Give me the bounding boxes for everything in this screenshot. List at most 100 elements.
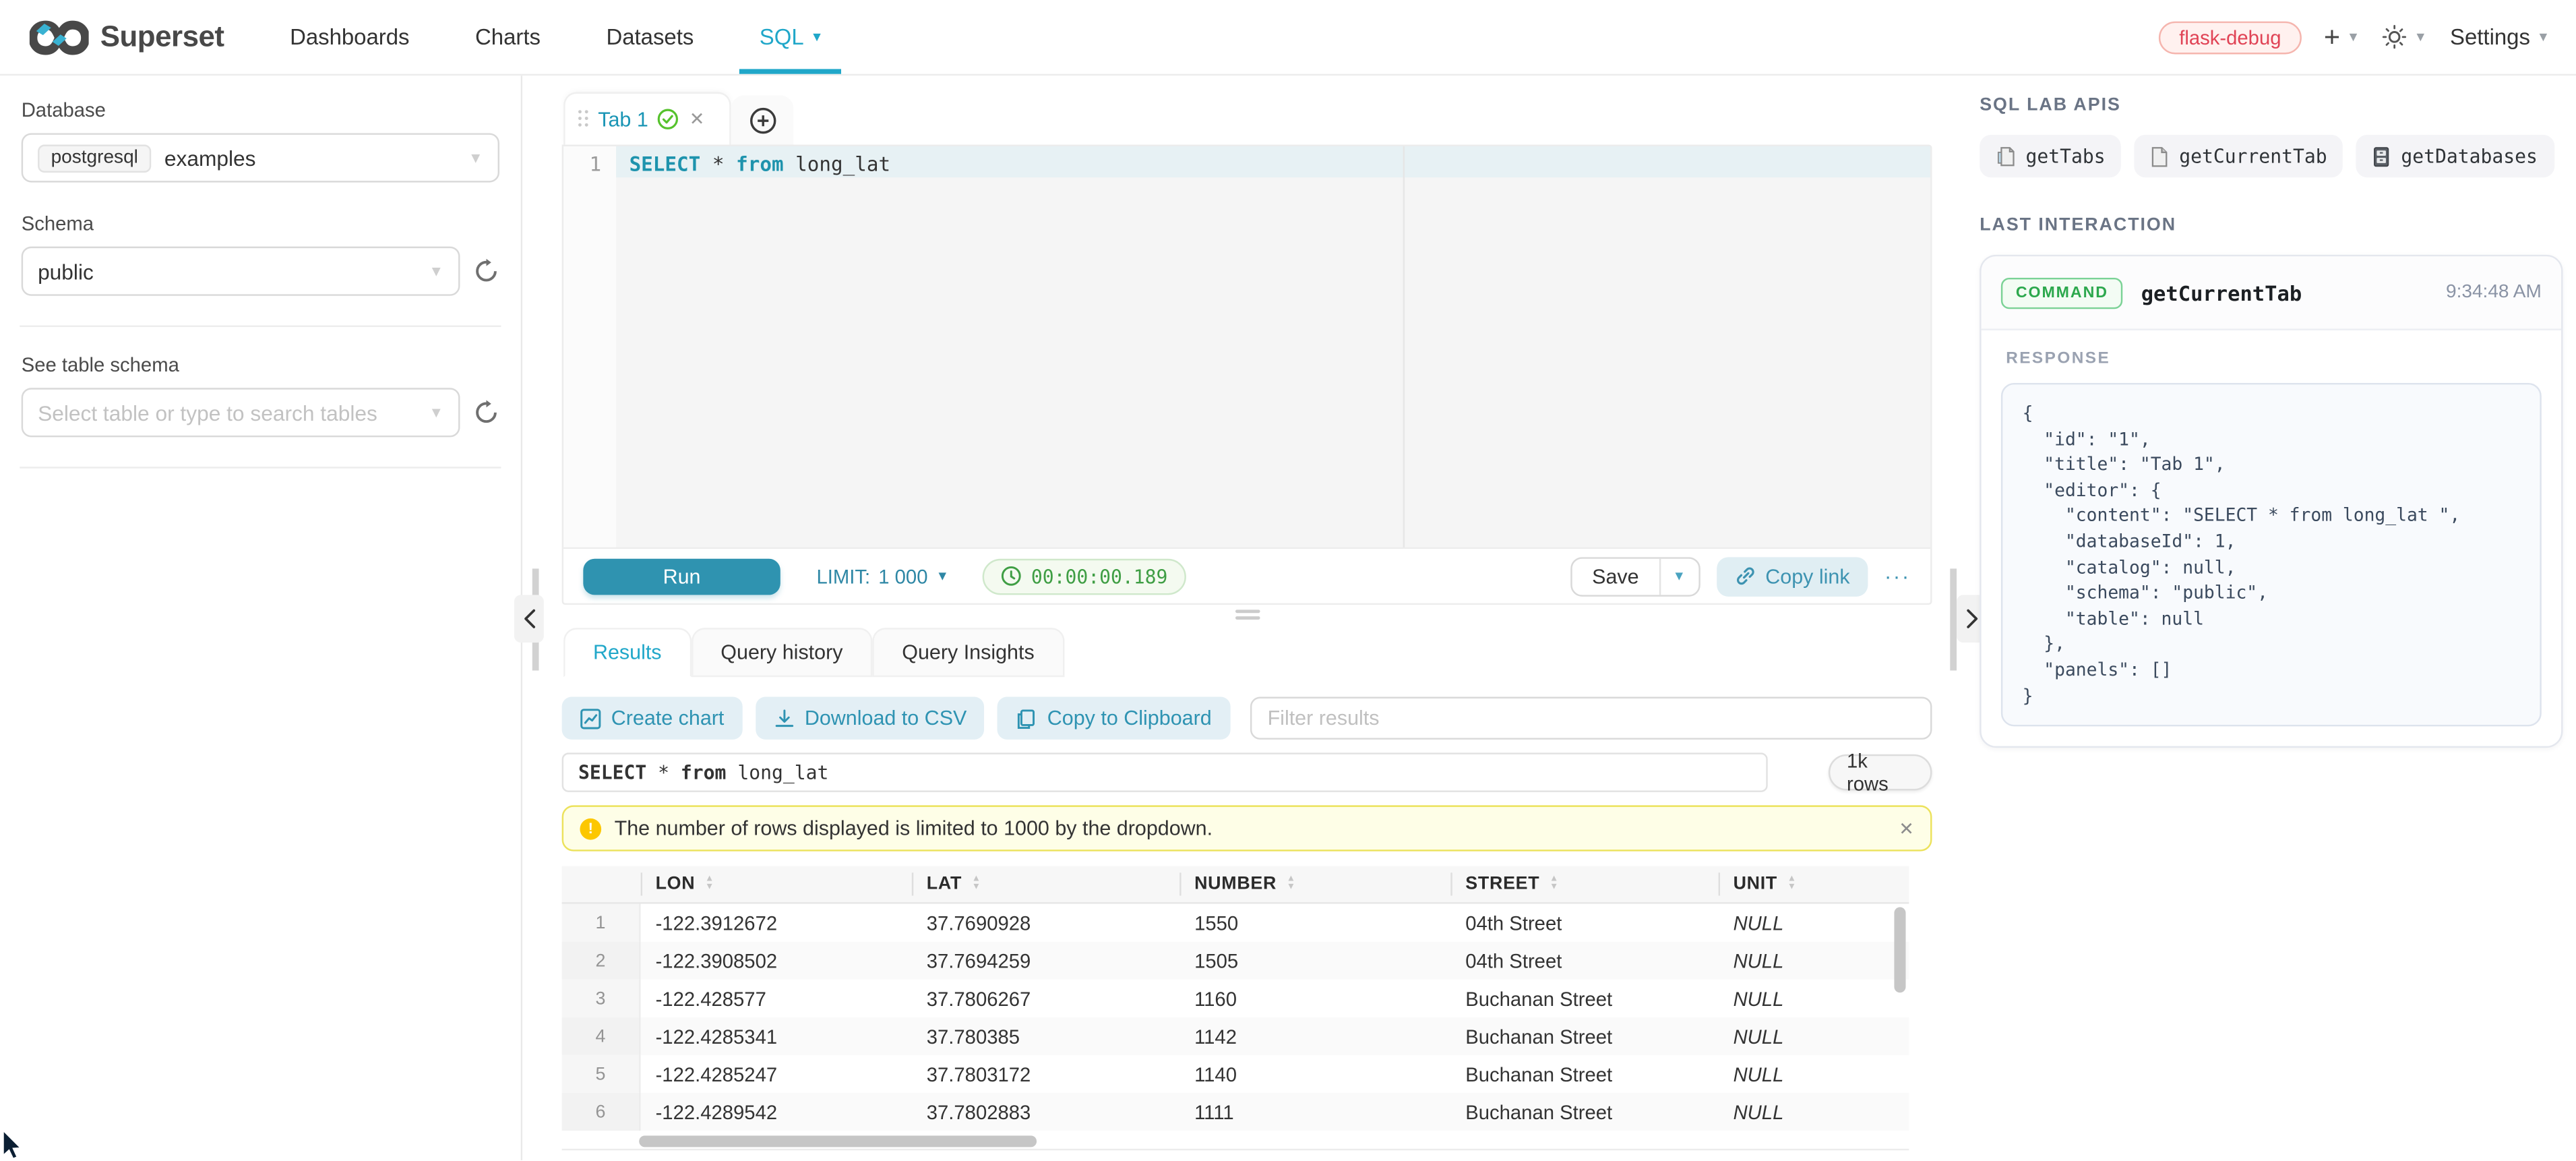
sidebar-divider: [20, 326, 501, 327]
interaction-card-body: RESPONSE { "id": "1", "title": "Tab 1", …: [1982, 330, 2561, 746]
drag-handle-icon[interactable]: [578, 110, 590, 128]
horizontal-scrollbar[interactable]: [562, 1134, 1909, 1149]
column-header-lon[interactable]: LON▲▼: [641, 866, 912, 903]
nav-datasets[interactable]: Datasets: [606, 25, 694, 50]
row-number-header: [562, 866, 641, 903]
top-navbar: Superset Dashboards Charts Datasets SQL …: [0, 0, 2576, 76]
response-json: { "id": "1", "title": "Tab 1", "editor":…: [2023, 401, 2521, 709]
save-options-button[interactable]: ▼: [1659, 558, 1698, 595]
warning-icon: !: [580, 818, 601, 839]
print-margin-line: [1403, 146, 1405, 549]
schema-select[interactable]: public ▼: [22, 247, 460, 296]
last-interaction-card: COMMAND getCurrentTab 9:34:48 AM RESPONS…: [1980, 255, 2563, 748]
table-select[interactable]: Select table or type to search tables ▼: [22, 388, 460, 437]
database-select[interactable]: postgresql examples ▼: [22, 133, 499, 182]
sort-icon[interactable]: ▲▼: [1287, 876, 1295, 892]
refresh-icon[interactable]: [473, 399, 499, 425]
chevron-down-icon: ▼: [2414, 30, 2427, 44]
column-header-number[interactable]: NUMBER▲▼: [1179, 866, 1450, 903]
clock-icon: [1000, 566, 1022, 587]
nav-charts[interactable]: Charts: [475, 25, 541, 50]
save-split-button: Save ▼: [1570, 556, 1699, 596]
editor-toolbar: Run LIMIT: 1 000 ▼ 00:00:00.189 Save: [563, 547, 1930, 603]
close-icon[interactable]: ✕: [689, 109, 704, 130]
limit-value: 1 000: [878, 564, 927, 587]
theme-toggle[interactable]: ▼: [2383, 25, 2427, 50]
sidebar-divider: [20, 467, 501, 468]
command-timestamp: 9:34:48 AM: [2446, 282, 2542, 302]
sort-icon[interactable]: ▲▼: [705, 876, 714, 892]
filter-results-input[interactable]: [1250, 697, 1932, 740]
vertical-scrollbar-thumb[interactable]: [1894, 907, 1905, 993]
response-box: { "id": "1", "title": "Tab 1", "editor":…: [2001, 383, 2542, 727]
get-current-tab-button[interactable]: getCurrentTab: [2135, 135, 2343, 177]
chevron-right-icon: [1964, 608, 1979, 630]
chevron-down-icon: ▼: [468, 150, 483, 166]
table-row[interactable]: 6 -122.4289542 37.7802883 1111 Buchanan …: [562, 1093, 1909, 1131]
schema-value: public: [38, 259, 94, 284]
scrollbar-thumb[interactable]: [639, 1135, 1037, 1147]
settings-menu[interactable]: Settings ▼: [2450, 25, 2550, 50]
panel-scrollbar-thumb[interactable]: [1950, 568, 1956, 670]
sql-lab-apis-panel: SQL LAB APIS getTabs getCurrentTab: [1980, 76, 2576, 1160]
create-chart-button[interactable]: Create chart: [562, 697, 743, 740]
response-label: RESPONSE: [2006, 350, 2542, 368]
last-interaction-header: LAST INTERACTION: [1980, 215, 2576, 235]
get-databases-button[interactable]: getDatabases: [2357, 135, 2554, 177]
download-icon: [774, 707, 795, 729]
brand-name: Superset: [100, 20, 224, 54]
copy-link-button[interactable]: Copy link: [1716, 556, 1868, 596]
chevron-down-icon: ▼: [810, 30, 823, 44]
results-tab-bar: Results Query history Query Insights: [563, 628, 1064, 677]
sort-icon[interactable]: ▲▼: [1550, 876, 1558, 892]
run-button[interactable]: Run: [583, 558, 780, 595]
column-header-street[interactable]: STREET▲▼: [1450, 866, 1718, 903]
sort-icon[interactable]: ▲▼: [1787, 876, 1796, 892]
column-header-lat[interactable]: LAT▲▼: [912, 866, 1179, 903]
file-cabinet-icon: [2373, 146, 2391, 167]
table-row[interactable]: 2 -122.3908502 37.7694259 1505 04th Stre…: [562, 942, 1909, 980]
plus-circle-icon: [748, 106, 776, 133]
table-row[interactable]: 3 -122.428577 37.7806267 1160 Buchanan S…: [562, 980, 1909, 1017]
chevron-down-icon: ▼: [2347, 30, 2360, 44]
table-row[interactable]: 1 -122.3912672 37.7690928 1550 04th Stre…: [562, 904, 1909, 942]
tab-results[interactable]: Results: [563, 628, 691, 677]
superset-logo[interactable]: Superset: [30, 18, 224, 57]
schema-label: Schema: [22, 212, 499, 235]
column-header-unit[interactable]: UNIT▲▼: [1719, 866, 1909, 903]
editor-tab[interactable]: Tab 1 ✕: [563, 92, 731, 145]
save-button[interactable]: Save: [1572, 558, 1659, 595]
superset-infinity-icon: [30, 18, 89, 57]
tab-query-insights[interactable]: Query Insights: [872, 628, 1064, 677]
tab-query-history[interactable]: Query history: [691, 628, 872, 677]
timer-value: 00:00:00.189: [1031, 564, 1168, 587]
interaction-card-header: COMMAND getCurrentTab 9:34:48 AM: [1982, 256, 2561, 330]
code-editor[interactable]: 1 SELECT * from long_lat: [563, 146, 1930, 549]
nav-dashboards[interactable]: Dashboards: [290, 25, 409, 50]
active-nav-indicator: [740, 69, 842, 73]
new-item-menu[interactable]: + ▼: [2324, 23, 2360, 51]
chevron-down-icon: ▼: [429, 263, 443, 279]
download-csv-button[interactable]: Download to CSV: [756, 697, 985, 740]
pane-resize-handle[interactable]: [1235, 609, 1260, 623]
table-row[interactable]: 5 -122.4285247 37.7803172 1140 Buchanan …: [562, 1055, 1909, 1093]
get-tabs-button[interactable]: getTabs: [1980, 135, 2122, 177]
copy-to-clipboard-button[interactable]: Copy to Clipboard: [998, 697, 1230, 740]
collapse-sidebar-button[interactable]: [514, 595, 544, 643]
nav-sql[interactable]: SQL ▼: [760, 0, 824, 74]
caret-down-icon: ▼: [936, 568, 949, 583]
sort-icon[interactable]: ▲▼: [972, 876, 981, 892]
chevron-down-icon: ▼: [2537, 30, 2550, 44]
table-row[interactable]: 4 -122.4285341 37.780385 1142 Buchanan S…: [562, 1017, 1909, 1055]
table-schema-label: See table schema: [22, 353, 499, 376]
close-icon[interactable]: ✕: [1899, 818, 1913, 839]
refresh-icon[interactable]: [473, 258, 499, 285]
add-tab-button[interactable]: [731, 95, 794, 144]
database-label: Database: [22, 98, 499, 121]
chevron-left-icon: [522, 608, 536, 630]
limit-dropdown[interactable]: LIMIT: 1 000 ▼: [816, 564, 949, 587]
sql-lab-screen: Superset Dashboards Charts Datasets SQL …: [0, 0, 2576, 1161]
row-count-badge: 1k rows: [1829, 754, 1932, 791]
more-options-button[interactable]: ···: [1884, 564, 1911, 589]
sql-code-line: SELECT * from long_lat: [630, 153, 891, 178]
